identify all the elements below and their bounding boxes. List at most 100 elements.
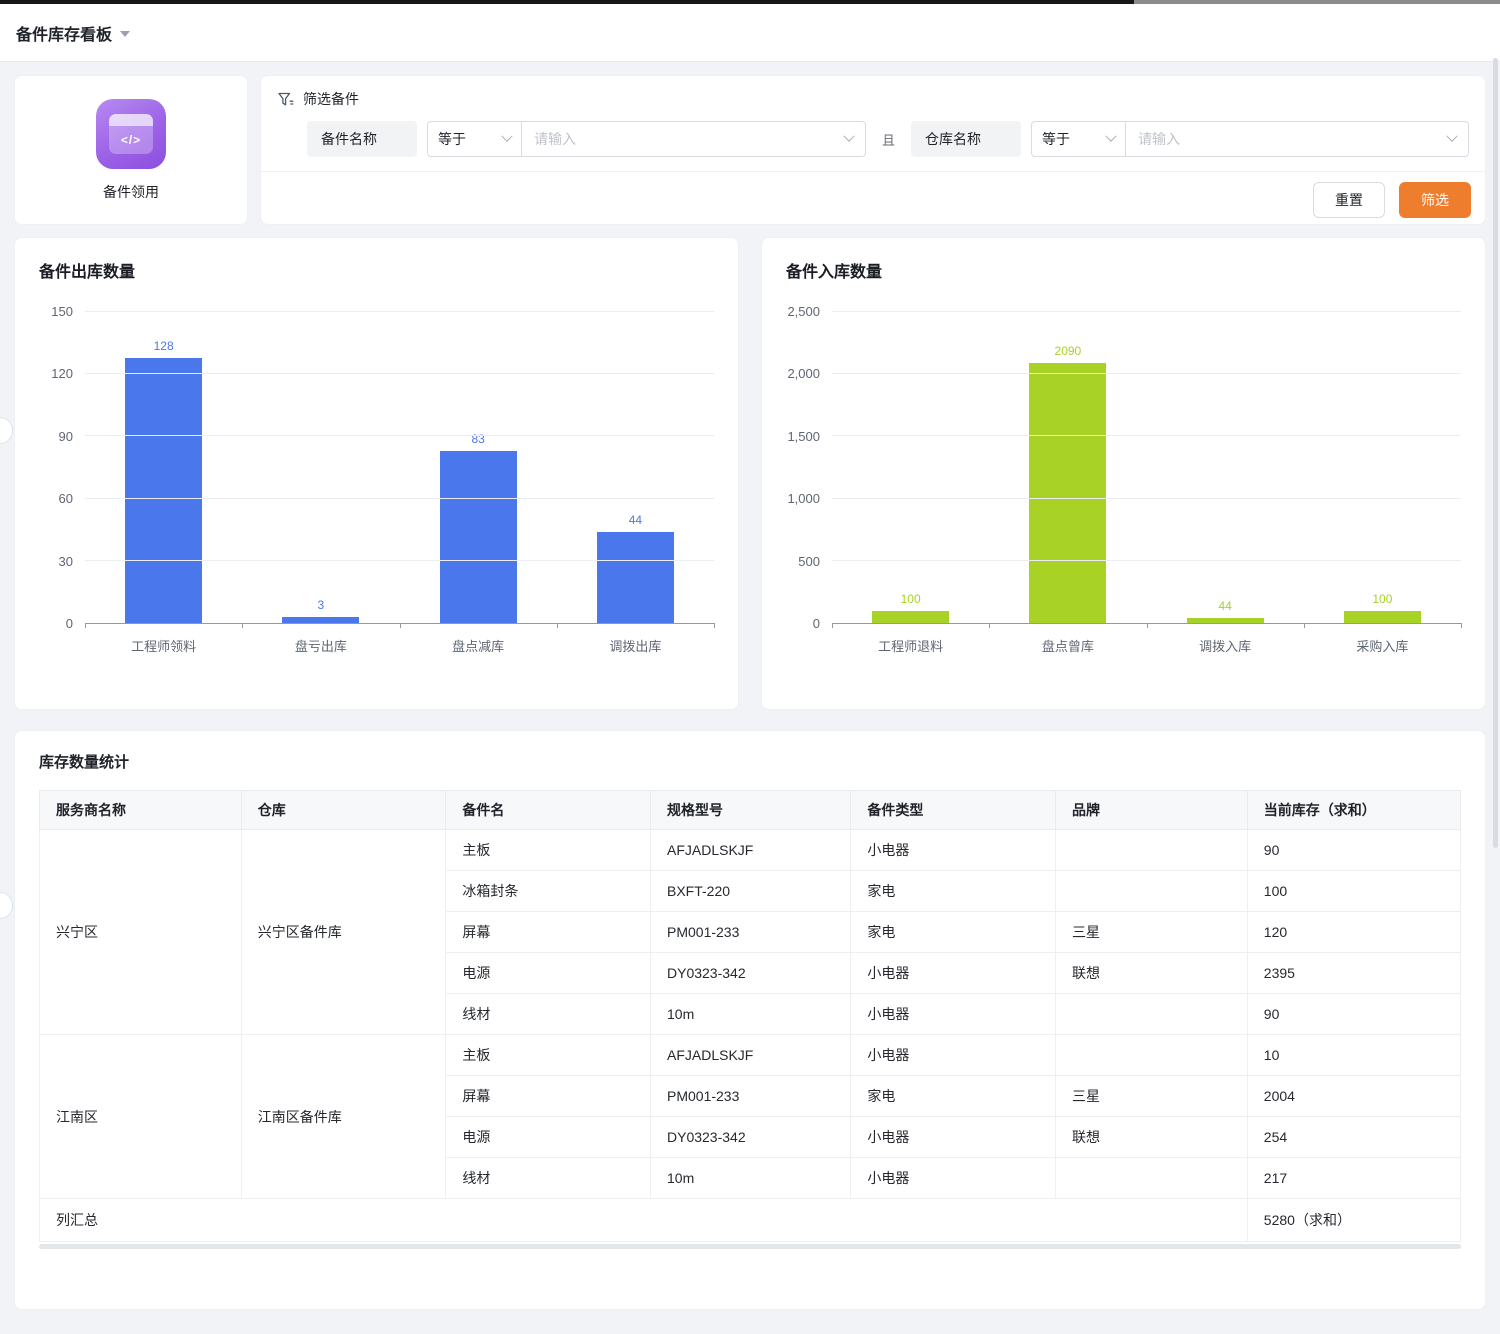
cell <box>1054 1034 1248 1076</box>
column-header: 服务商名称 <box>39 790 242 830</box>
summary-value: 5280（求和） <box>1246 1198 1462 1242</box>
bar-slot: 128 <box>85 312 242 623</box>
gridline <box>832 435 1461 437</box>
gridline <box>85 497 714 499</box>
chevron-down-icon <box>1446 130 1458 142</box>
app-code-icon: </> <box>96 98 166 169</box>
cell: 主板 <box>445 1034 651 1076</box>
cell: 三星 <box>1054 1075 1248 1117</box>
x-axis-label: 调拨出库 <box>609 639 662 654</box>
cell: AFJADLSKJF <box>649 1034 852 1076</box>
bar[interactable] <box>1343 610 1421 623</box>
cell: 小电器 <box>850 1157 1056 1199</box>
y-axis-tick-label: 150 <box>51 304 73 319</box>
warehouse-cell: 江南区备件库 <box>240 1034 447 1199</box>
page-header: 备件库存看板 <box>0 4 1500 62</box>
x-axis-label: 盘点曾库 <box>1041 639 1094 654</box>
value-combobox-warehouse-name[interactable] <box>1125 121 1469 157</box>
bars-layer: 128 3 83 44 <box>85 312 714 623</box>
gridline <box>85 559 714 561</box>
provider-cell: 兴宁区 <box>39 829 242 1035</box>
cell: 120 <box>1246 911 1462 953</box>
cell <box>1054 1157 1248 1199</box>
app-shortcut-card[interactable]: </> 备件领用 <box>14 75 248 225</box>
bar-slot: 100 <box>832 312 989 623</box>
chevron-down-icon <box>1105 130 1117 142</box>
y-axis-tick-label: 30 <box>58 553 73 569</box>
plot-area: 100 2090 44 100 <box>832 311 1462 628</box>
reset-button[interactable]: 重置 <box>1313 182 1385 218</box>
warehouse-name-input[interactable] <box>1138 131 1448 147</box>
bar[interactable] <box>282 616 360 623</box>
cell <box>1054 829 1248 871</box>
gridline <box>832 559 1461 561</box>
cell: 家电 <box>850 1075 1056 1117</box>
cell: 电源 <box>445 1116 651 1158</box>
filter-funnel-icon <box>277 91 294 108</box>
gridline <box>832 311 1461 312</box>
part-name-input[interactable] <box>534 131 845 147</box>
gridline <box>832 497 1461 499</box>
cell: DY0323-342 <box>649 1116 852 1158</box>
cell: 线材 <box>445 993 651 1035</box>
bar-slot: 44 <box>557 312 714 623</box>
cell: 小电器 <box>850 1034 1056 1076</box>
bar[interactable] <box>872 610 950 623</box>
table-row: 兴宁区 兴宁区备件库 主板 AFJADLSKJF 小电器 90 <box>39 829 1462 1035</box>
operator-select-part-name[interactable]: 等于 <box>427 121 522 157</box>
filter-submit-button[interactable]: 筛选 <box>1399 182 1471 218</box>
filter-field-label-warehouse-name: 仓库名称 <box>911 121 1022 157</box>
bar-value-label: 128 <box>153 338 174 353</box>
cell: 线材 <box>445 1157 651 1199</box>
plot-area: 128 3 83 44 <box>85 311 715 628</box>
x-axis-tick <box>714 623 715 628</box>
operator-select-warehouse-name[interactable]: 等于 <box>1031 121 1127 157</box>
bar-slot: 83 <box>400 312 557 623</box>
cell: PM001-233 <box>649 1075 852 1117</box>
bars-layer: 100 2090 44 100 <box>832 312 1461 623</box>
bar[interactable] <box>1029 363 1107 623</box>
chart-title: 备件出库数量 <box>39 264 136 281</box>
cell: 100 <box>1246 870 1462 912</box>
cell: 254 <box>1246 1116 1462 1158</box>
cell: 小电器 <box>850 952 1056 994</box>
y-axis-tick-label: 60 <box>58 491 73 507</box>
cell: AFJADLSKJF <box>649 829 852 871</box>
warehouse-cell: 兴宁区备件库 <box>240 829 447 1035</box>
bar[interactable] <box>439 450 517 623</box>
y-axis: 0 30 60 90 120 150 <box>39 304 85 631</box>
x-axis-label: 采购入库 <box>1356 639 1409 654</box>
filter-conditions-row: 备件名称 等于 且 仓库名称 等于 <box>307 121 1469 157</box>
x-axis-label: 盘亏出库 <box>294 639 347 654</box>
cell: 小电器 <box>850 1116 1056 1158</box>
x-axis-tick <box>242 623 244 628</box>
vertical-scrollbar-thumb[interactable] <box>1493 58 1498 848</box>
bar-slot: 2090 <box>989 312 1146 623</box>
chevron-down-icon <box>843 130 855 142</box>
bar[interactable] <box>125 357 203 623</box>
bar[interactable] <box>1186 617 1264 623</box>
x-axis-label: 工程师领料 <box>131 639 197 654</box>
bar-value-label: 3 <box>317 597 325 612</box>
bar-value-label: 2090 <box>1054 344 1082 359</box>
table-row: 江南区 江南区备件库 主板 AFJADLSKJF 小电器 10 <box>39 1034 1462 1199</box>
gridline <box>832 373 1461 375</box>
cell: 屏幕 <box>445 911 651 953</box>
gridline <box>85 435 714 437</box>
cell: 217 <box>1246 1157 1462 1199</box>
x-axis-tick <box>1303 623 1305 628</box>
summary-row: 列汇总 5280（求和） <box>39 1198 1462 1242</box>
bar[interactable] <box>596 531 674 623</box>
horizontal-scrollbar[interactable] <box>39 1244 1461 1249</box>
y-axis-tick-label: 1,500 <box>787 428 820 444</box>
column-header: 备件类型 <box>850 790 1056 830</box>
value-combobox-part-name[interactable] <box>521 121 866 157</box>
y-axis-tick-label: 2,500 <box>787 304 820 319</box>
cell: 10 <box>1246 1034 1462 1076</box>
x-axis-tick <box>399 623 401 628</box>
column-header: 品牌 <box>1054 790 1248 830</box>
chevron-down-icon[interactable] <box>120 31 131 37</box>
filter-field-label-part-name: 备件名称 <box>307 121 417 157</box>
inventory-table: 服务商名称 仓库 备件名 规格型号 备件类型 品牌 当前库存（求和） 兴宁区 兴宁区备件库 主板… <box>39 790 1462 1242</box>
y-axis: 0 500 1,000 1,500 2,000 2,500 <box>786 304 832 631</box>
